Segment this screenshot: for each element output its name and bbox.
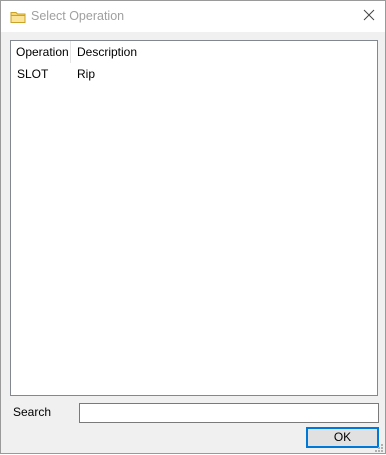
title-bar[interactable]: Select Operation	[1, 1, 385, 32]
list-header: Operation Description	[11, 41, 377, 64]
close-icon	[363, 9, 375, 24]
ok-button[interactable]: OK	[306, 427, 379, 448]
folder-icon	[10, 10, 26, 24]
search-label: Search	[13, 405, 52, 419]
window-title: Select Operation	[31, 9, 125, 23]
operations-list[interactable]: Operation Description SLOT Rip	[10, 40, 378, 396]
cell-operation: SLOT	[17, 67, 49, 81]
resize-grip-icon[interactable]	[373, 441, 383, 452]
search-input[interactable]	[79, 403, 379, 423]
cell-description: Rip	[77, 67, 96, 81]
select-operation-dialog: Select Operation Operation Description S…	[0, 0, 386, 454]
column-divider[interactable]	[70, 41, 71, 63]
column-header-description[interactable]: Description	[72, 41, 192, 64]
close-button[interactable]	[353, 1, 385, 32]
column-header-operation[interactable]: Operation	[11, 41, 71, 64]
list-item[interactable]: SLOT Rip	[11, 65, 377, 83]
